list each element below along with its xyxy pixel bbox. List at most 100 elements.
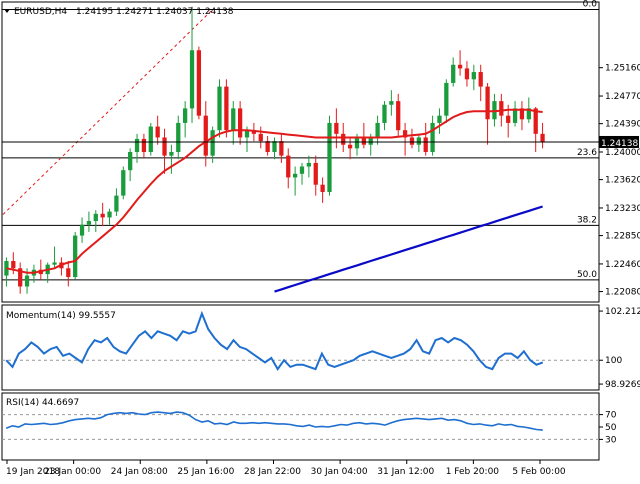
- candle-body: [306, 162, 311, 167]
- candle-body: [286, 155, 291, 178]
- candle-body: [437, 115, 442, 123]
- chart-window: 1.25160 1.24770 1.24390 1.24000 1.23620 1.232…: [0, 0, 640, 480]
- candle-body: [272, 141, 277, 152]
- candle-body: [224, 86, 229, 131]
- candle-body: [265, 141, 270, 152]
- time-tick-label: 23 Jan 00:00: [44, 467, 101, 477]
- price-panel[interactable]: [1, 1, 600, 303]
- candle-body: [79, 224, 85, 236]
- candle-body: [11, 261, 16, 269]
- candle-body: [382, 104, 387, 123]
- candle-body: [231, 108, 236, 131]
- candle-body: [66, 268, 71, 278]
- candle-body: [506, 115, 511, 123]
- price-tick-label: 1.22080: [605, 288, 640, 298]
- candle-body: [176, 122, 181, 152]
- momentum-tick-label: 102.212: [605, 307, 640, 317]
- price-tick-label: 1.24390: [605, 120, 640, 130]
- momentum-tick-label: 98.9269: [605, 380, 640, 390]
- candle-body: [334, 122, 339, 134]
- candle-body: [114, 195, 119, 212]
- candle-body: [292, 173, 298, 178]
- rsi-tick-label: 30: [605, 435, 617, 445]
- candle-body: [86, 221, 92, 225]
- candle-body: [354, 137, 360, 149]
- candle-body: [52, 262, 57, 265]
- time-axis: 19 Jan 201823 Jan 00:00 24 Jan 08:00 25 Ja…: [6, 460, 566, 477]
- time-tick-label: 5 Feb 00:00: [512, 467, 566, 477]
- rsi-title: RSI(14) 44.6697: [6, 398, 79, 408]
- candle-body: [444, 82, 449, 116]
- candle-body: [485, 86, 490, 120]
- last-price-text: 1.24138: [601, 139, 638, 149]
- candle-body: [375, 122, 380, 138]
- candle-body: [210, 130, 215, 156]
- candle-body: [183, 108, 188, 123]
- price-tick-label: 1.22850: [605, 232, 640, 242]
- price-tick-label: 1.24000: [605, 148, 640, 158]
- fib-level-label: 50.0: [577, 270, 597, 280]
- candle-body: [155, 126, 160, 138]
- candle-body: [313, 162, 318, 185]
- price-axis-ticks: 1.25160 1.24770 1.24390 1.24000 1.23620 1.232…: [599, 64, 640, 298]
- candle-body: [121, 170, 126, 196]
- candle-body: [540, 133, 545, 142]
- candle-body: [169, 152, 174, 156]
- candle-body: [279, 141, 284, 156]
- candle-body: [100, 213, 105, 218]
- candle-body: [299, 166, 305, 174]
- fib-level-label: 23.6: [577, 148, 597, 158]
- candle-body: [134, 138, 140, 152]
- candle-body: [148, 126, 153, 152]
- candle-body: [196, 50, 202, 116]
- candle-body: [162, 137, 167, 156]
- candle-body: [73, 235, 78, 278]
- candle-body: [327, 122, 332, 192]
- candle-body: [107, 211, 112, 218]
- candle-body: [24, 275, 30, 287]
- fib-level-label: 38.2: [577, 215, 597, 225]
- price-tick-label: 1.22460: [605, 260, 640, 270]
- ohlc-label: 1.24195 1.24271 1.24037 1.24138: [76, 7, 234, 17]
- candle-body: [471, 72, 476, 80]
- candle-body: [423, 137, 428, 152]
- candle-body: [478, 72, 483, 87]
- candle-body: [128, 152, 133, 171]
- candle-body: [347, 144, 353, 149]
- candle-body: [389, 101, 394, 105]
- candle-body: [189, 50, 195, 109]
- time-tick-label: 31 Jan 12:00: [377, 467, 434, 477]
- candle-body: [217, 86, 222, 131]
- candle-body: [409, 137, 415, 145]
- candle-body: [457, 64, 463, 69]
- price-tick-label: 1.24770: [605, 92, 640, 102]
- candle-body: [203, 115, 208, 156]
- price-tick-label: 1.23620: [605, 176, 640, 186]
- time-tick-label: 28 Jan 22:00: [244, 467, 301, 477]
- price-tick-label: 1.25160: [605, 64, 640, 74]
- time-tick-label: 24 Jan 08:00: [111, 467, 168, 477]
- candle-body: [258, 133, 263, 142]
- symbol-label: EURUSD,H4: [14, 7, 67, 17]
- candle-body: [451, 64, 456, 83]
- time-tick-label: 30 Jan 04:00: [311, 467, 368, 477]
- momentum-title: Momentum(14) 99.5557: [6, 311, 116, 321]
- candle-body: [93, 213, 98, 222]
- time-tick-label: 25 Jan 16:00: [177, 467, 234, 477]
- chart-canvas[interactable]: 1.25160 1.24770 1.24390 1.24000 1.23620 1.232…: [0, 0, 640, 480]
- candle-body: [368, 137, 373, 145]
- candle-body: [430, 122, 435, 152]
- candle-body: [320, 184, 325, 192]
- time-tick-label: 1 Feb 20:00: [446, 467, 500, 477]
- candle-body: [238, 108, 243, 138]
- candle-body: [361, 137, 366, 145]
- candle-body: [396, 101, 401, 131]
- rsi-tick-label: 70: [605, 411, 617, 421]
- candle-body: [141, 138, 147, 152]
- momentum-tick-label: 100: [605, 356, 622, 366]
- candle-body: [499, 101, 504, 116]
- price-tick-label: 1.23230: [605, 204, 640, 214]
- rsi-tick-label: 50: [605, 423, 617, 433]
- candle-body: [341, 133, 346, 145]
- fib-level-label: 0.0: [583, 0, 598, 10]
